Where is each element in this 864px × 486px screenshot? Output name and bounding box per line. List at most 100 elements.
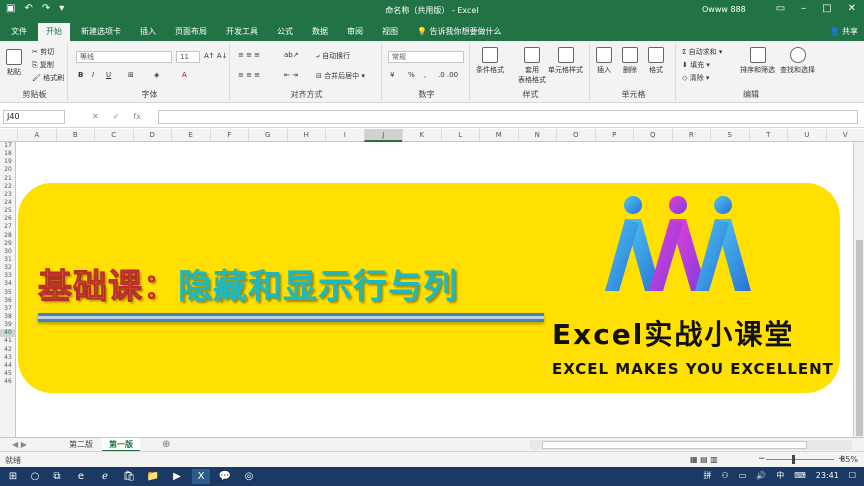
row-header[interactable]: 25 <box>0 207 16 215</box>
column-header[interactable]: G <box>248 129 287 142</box>
tab-formulas[interactable]: 公式 <box>269 23 301 41</box>
row-header[interactable]: 33 <box>0 272 16 280</box>
column-header[interactable]: R <box>671 129 711 142</box>
conditional-format-button[interactable]: 条件格式 <box>476 47 504 75</box>
row-header[interactable]: 35 <box>0 289 16 297</box>
clear-button[interactable]: ◇ 清除 ▾ <box>682 73 709 83</box>
row-header[interactable]: 40 <box>0 329 16 338</box>
cut-button[interactable]: ✂ 剪切 <box>32 47 54 57</box>
row-header[interactable]: 45 <box>0 370 16 378</box>
font-color-icon[interactable]: A <box>182 71 187 79</box>
underline-icon[interactable]: U <box>106 71 111 79</box>
align-top-icon[interactable]: ≡ ≡ ≡ <box>238 51 260 59</box>
row-header[interactable]: 24 <box>0 199 16 207</box>
clock[interactable]: 23:41 <box>816 471 839 480</box>
sheet-tab-second[interactable]: 第二版 <box>62 438 100 452</box>
column-header[interactable]: A <box>17 129 56 142</box>
formula-input[interactable] <box>158 110 858 124</box>
tab-file[interactable]: 文件 <box>3 23 35 41</box>
row-header[interactable]: 38 <box>0 313 16 321</box>
find-select-button[interactable]: 查找和选择 <box>780 47 815 75</box>
cell-styles-button[interactable]: 单元格样式 <box>548 47 583 75</box>
merge-center-button[interactable]: ⊟ 合并后居中 ▾ <box>316 71 365 81</box>
add-sheet-icon[interactable]: ⊕ <box>162 439 170 450</box>
column-header[interactable]: E <box>171 129 210 142</box>
column-header[interactable]: C <box>94 129 133 142</box>
autosum-button[interactable]: Σ 自动求和 ▾ <box>682 47 722 57</box>
font-family-select[interactable]: 等线 <box>76 51 172 63</box>
font-size-select[interactable]: 11 <box>176 51 200 63</box>
tell-me-box[interactable]: 💡 告诉我你想要做什么 <box>417 23 502 41</box>
row-header[interactable]: 26 <box>0 215 16 223</box>
tab-insert[interactable]: 插入 <box>132 23 164 41</box>
windows-start-icon[interactable]: ⊞ <box>4 469 22 484</box>
tab-developer[interactable]: 开发工具 <box>218 23 266 41</box>
tab-page-layout[interactable]: 页面布局 <box>167 23 215 41</box>
tray-input-label[interactable]: 拼 <box>704 470 712 481</box>
sort-filter-button[interactable]: 排序和筛选 <box>740 47 775 75</box>
column-header[interactable]: H <box>286 129 326 142</box>
maximize-icon[interactable]: □ <box>822 3 831 14</box>
bold-icon[interactable]: B <box>78 71 83 79</box>
row-header[interactable]: 43 <box>0 354 16 362</box>
row-header[interactable]: 41 <box>0 337 16 345</box>
column-header[interactable]: D <box>132 129 172 142</box>
column-header[interactable]: F <box>209 129 249 142</box>
percent-button[interactable]: % <box>408 71 415 79</box>
wechat-icon[interactable]: 💬 <box>216 469 234 484</box>
delete-cells-button[interactable]: 删除 <box>622 47 638 75</box>
tab-new[interactable]: 新建选项卡 <box>73 23 129 41</box>
insert-function-button[interactable]: fx <box>133 112 141 121</box>
comma-button[interactable]: , <box>424 71 426 79</box>
excel-taskbar-icon[interactable]: X <box>192 469 210 484</box>
sheet-nav-icon[interactable]: ◀ ▶ <box>12 440 27 449</box>
column-header[interactable]: J <box>363 129 402 142</box>
row-header[interactable]: 29 <box>0 240 16 248</box>
edge-icon[interactable]: e <box>72 469 90 484</box>
column-header[interactable]: O <box>556 129 595 142</box>
column-header[interactable]: V <box>825 129 864 142</box>
column-header[interactable]: M <box>479 129 518 142</box>
row-header[interactable]: 17 <box>0 142 16 150</box>
column-header[interactable]: B <box>55 129 95 142</box>
row-header[interactable]: 42 <box>0 346 16 354</box>
people-tray-icon[interactable]: ⚇ <box>722 471 729 480</box>
tab-home[interactable]: 开始 <box>38 23 70 41</box>
row-header[interactable]: 23 <box>0 191 16 199</box>
view-buttons-icon[interactable]: ▦ ▤ ▥ <box>690 455 718 464</box>
column-header[interactable]: U <box>787 129 826 142</box>
currency-icon[interactable]: ¥ <box>390 71 394 79</box>
vertical-scrollbar[interactable] <box>853 142 864 437</box>
sheet-tab-first[interactable]: 第一版 <box>102 438 140 452</box>
row-header[interactable]: 34 <box>0 280 16 288</box>
tab-view[interactable]: 视图 <box>374 23 406 41</box>
row-header[interactable]: 28 <box>0 232 16 240</box>
restore-ribbon-icon[interactable]: ▭ <box>776 3 785 14</box>
column-header[interactable]: N <box>517 129 557 142</box>
network-icon[interactable]: ▭ <box>739 471 747 480</box>
row-header[interactable]: 36 <box>0 297 16 305</box>
row-header[interactable]: 19 <box>0 158 16 166</box>
zoom-level[interactable]: 85% <box>840 455 858 464</box>
minimize-icon[interactable]: – <box>801 3 806 14</box>
zoom-out-icon[interactable]: − <box>758 454 766 464</box>
column-header[interactable]: T <box>748 129 788 142</box>
row-header[interactable]: 46 <box>0 378 16 386</box>
cortana-icon[interactable]: ○ <box>26 469 44 484</box>
orientation-icon[interactable]: ab↗ <box>284 51 299 59</box>
zoom-slider[interactable] <box>766 459 834 460</box>
decimal-icon[interactable]: .0 .00 <box>438 71 458 79</box>
store-icon[interactable]: 🛍 <box>120 469 138 484</box>
row-header[interactable]: 27 <box>0 223 16 231</box>
border-icon[interactable]: ⊞ <box>128 71 134 79</box>
row-header[interactable]: 22 <box>0 183 16 191</box>
paste-button[interactable]: 粘贴 <box>6 49 22 77</box>
wrap-text-button[interactable]: ⤶ 自动换行 <box>316 51 350 61</box>
column-header[interactable]: P <box>594 129 634 142</box>
close-icon[interactable]: ✕ <box>848 3 856 14</box>
row-header[interactable]: 30 <box>0 248 16 256</box>
enter-icon[interactable]: ✓ <box>113 112 120 121</box>
row-header[interactable]: 44 <box>0 362 16 370</box>
task-view-icon[interactable]: ⧉ <box>48 469 66 484</box>
share-button[interactable]: 👤 共享 <box>829 23 858 41</box>
